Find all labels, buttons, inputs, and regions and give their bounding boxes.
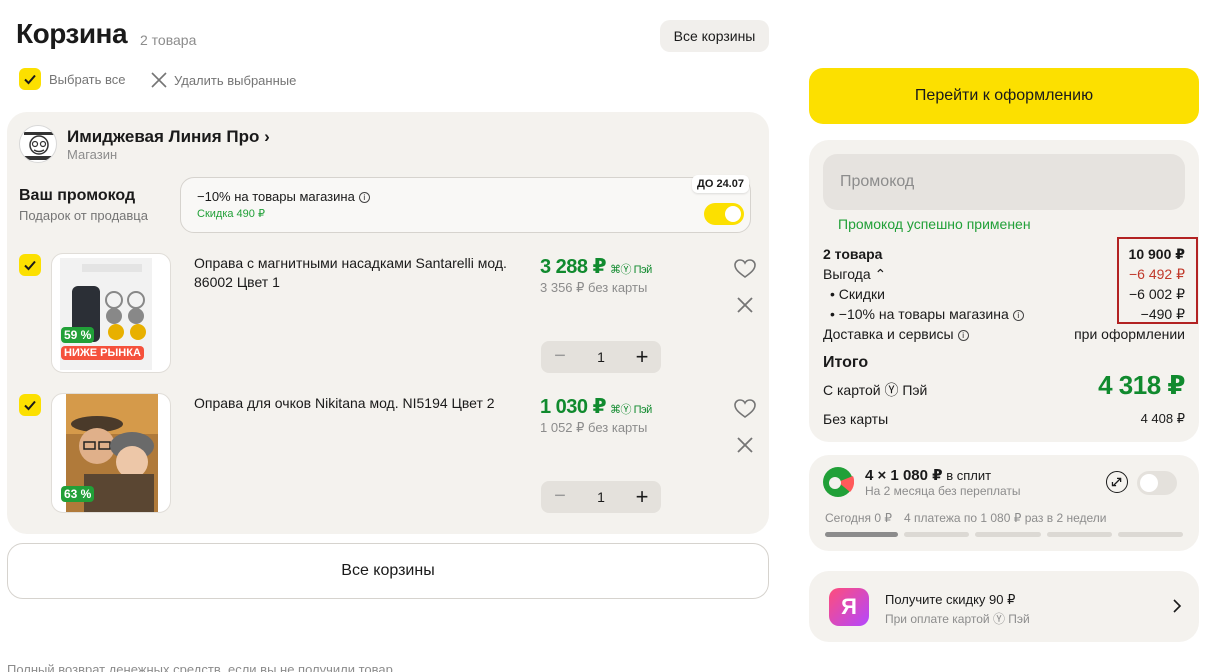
- toggle-knob: [725, 206, 741, 222]
- item-title[interactable]: Оправа с магнитными насадками Santarelli…: [194, 254, 524, 292]
- heart-icon[interactable]: [734, 259, 756, 279]
- pay-tag: ⌘Ⓨ Пэй: [610, 264, 652, 276]
- check-icon: [24, 74, 36, 85]
- increase-button[interactable]: +: [633, 484, 651, 510]
- summary-label: 2 товара: [823, 246, 883, 262]
- delete-selected-button[interactable]: Удалить выбранные: [174, 73, 296, 88]
- chevron-right-icon[interactable]: [1170, 598, 1184, 614]
- item-price-value: 3 288 ₽: [540, 256, 607, 278]
- below-market-badge: НИЖЕ РЫНКА: [61, 346, 144, 360]
- promo-title: Ваш промокод: [19, 187, 136, 204]
- pay-tag: ⌘Ⓨ Пэй: [610, 404, 652, 416]
- remove-item-icon[interactable]: [736, 436, 754, 454]
- summary-label: Доставка и сервисы i: [823, 326, 969, 342]
- all-carts-bottom-button[interactable]: Все корзины: [7, 543, 769, 599]
- info-icon[interactable]: i: [358, 192, 370, 203]
- summary-row-delivery: Доставка и сервисы i при оформлении: [823, 326, 1185, 342]
- summary-value: при оформлении: [1074, 326, 1185, 342]
- split-schedule: 4 платежа по 1 080 ₽ раз в 2 недели: [904, 511, 1107, 525]
- summary-label: • Скидки: [830, 286, 885, 302]
- discount-badge: 63 %: [61, 486, 95, 502]
- total-value: 4 318 ₽: [1098, 370, 1185, 400]
- discount-badge: 59 %: [61, 327, 95, 343]
- checkout-button[interactable]: Перейти к оформлению: [809, 68, 1199, 124]
- check-icon: [24, 260, 36, 271]
- store-type: Магазин: [67, 147, 118, 162]
- close-icon[interactable]: [150, 71, 168, 89]
- no-card-value: 4 408 ₽: [1140, 411, 1185, 426]
- split-toggle[interactable]: [1137, 471, 1177, 495]
- item-count: 2 товара: [140, 32, 197, 48]
- split-title: 4 × 1 080 ₽ в сплит: [865, 466, 991, 484]
- select-all-checkbox[interactable]: [19, 68, 41, 90]
- split-segment: [1118, 532, 1183, 537]
- split-segment: [904, 532, 969, 537]
- item-price: 3 288 ₽ ⌘Ⓨ Пэй: [540, 254, 652, 279]
- store-promo-box[interactable]: [180, 177, 751, 233]
- split-segment: [1047, 532, 1112, 537]
- pay-tag-label: Пэй: [633, 404, 653, 416]
- split-segment-paid: [825, 532, 898, 537]
- split-suffix: в сплит: [942, 468, 992, 483]
- item-title[interactable]: Оправа для очков Nikitana мод. NI5194 Цв…: [194, 394, 524, 413]
- store-name-link[interactable]: Имиджевая Линия Про ›: [67, 127, 270, 147]
- all-carts-button[interactable]: Все корзины: [660, 20, 769, 52]
- split-segment: [975, 532, 1041, 537]
- item-price: 1 030 ₽ ⌘Ⓨ Пэй: [540, 394, 652, 419]
- promo-description-text: −10% на товары магазина: [197, 189, 355, 204]
- ya-promo-subtitle: При оплате картой Ⓨ Пэй: [885, 612, 1030, 626]
- no-card-row: Без карты 4 408 ₽: [823, 411, 1185, 427]
- info-icon[interactable]: i: [957, 330, 969, 341]
- decrease-button[interactable]: −: [551, 485, 569, 508]
- split-amount: 4 × 1 080 ₽: [865, 467, 943, 484]
- check-icon: [24, 400, 36, 411]
- total-card-label: С картой Ⓨ Пэй: [823, 382, 928, 398]
- promo-description: −10% на товары магазина i: [197, 189, 370, 204]
- increase-button[interactable]: +: [633, 344, 651, 370]
- no-card-label: Без карты: [823, 411, 889, 427]
- split-today: Сегодня 0 ₽: [825, 511, 892, 525]
- decrease-button[interactable]: −: [551, 345, 569, 368]
- split-arrows-icon: [1106, 471, 1128, 493]
- promo-success-message: Промокод успешно применен: [838, 216, 1031, 232]
- promo-subtitle: Подарок от продавца: [19, 208, 148, 223]
- page-title: Корзина: [16, 18, 128, 49]
- ya-promo-title: Получите скидку 90 ₽: [885, 592, 1016, 607]
- summary-label-text: • −10% на товары магазина: [830, 306, 1009, 322]
- promo-code-input[interactable]: [823, 154, 1185, 210]
- select-all-label[interactable]: Выбрать все: [49, 72, 125, 87]
- item-price-value: 1 030 ₽: [540, 396, 607, 418]
- summary-label-text: Доставка и сервисы: [823, 326, 954, 342]
- toggle-knob: [1140, 474, 1158, 492]
- split-logo-icon: [823, 467, 854, 497]
- item-checkbox[interactable]: [19, 254, 41, 276]
- total-title: Итого: [823, 354, 869, 371]
- info-icon[interactable]: i: [1012, 310, 1024, 321]
- split-subtitle: На 2 месяца без переплаты: [865, 484, 1021, 498]
- heart-icon[interactable]: [734, 399, 756, 419]
- quantity-stepper: − 1 +: [541, 481, 661, 513]
- summary-label: • −10% на товары магазина i: [830, 306, 1024, 323]
- summary-label: Выгода ⌃: [823, 266, 887, 282]
- yandex-logo-icon: Я: [829, 588, 869, 626]
- quantity-value: 1: [597, 349, 605, 365]
- pay-tag-label: Пэй: [633, 264, 653, 276]
- promo-toggle[interactable]: [704, 203, 744, 225]
- item-old-price: 1 052 ₽ без карты: [540, 420, 648, 435]
- store-logo[interactable]: [19, 125, 57, 163]
- promo-expiry-badge: ДО 24.07: [692, 175, 749, 193]
- remove-item-icon[interactable]: [736, 296, 754, 314]
- promo-discount: Скидка 490 ₽: [197, 208, 265, 220]
- quantity-value: 1: [597, 489, 605, 505]
- refund-note: Полный возврат денежных средств, если вы…: [7, 662, 393, 672]
- quantity-stepper: − 1 +: [541, 341, 661, 373]
- item-old-price: 3 356 ₽ без карты: [540, 280, 648, 295]
- highlight-box: [1117, 237, 1198, 324]
- item-checkbox[interactable]: [19, 394, 41, 416]
